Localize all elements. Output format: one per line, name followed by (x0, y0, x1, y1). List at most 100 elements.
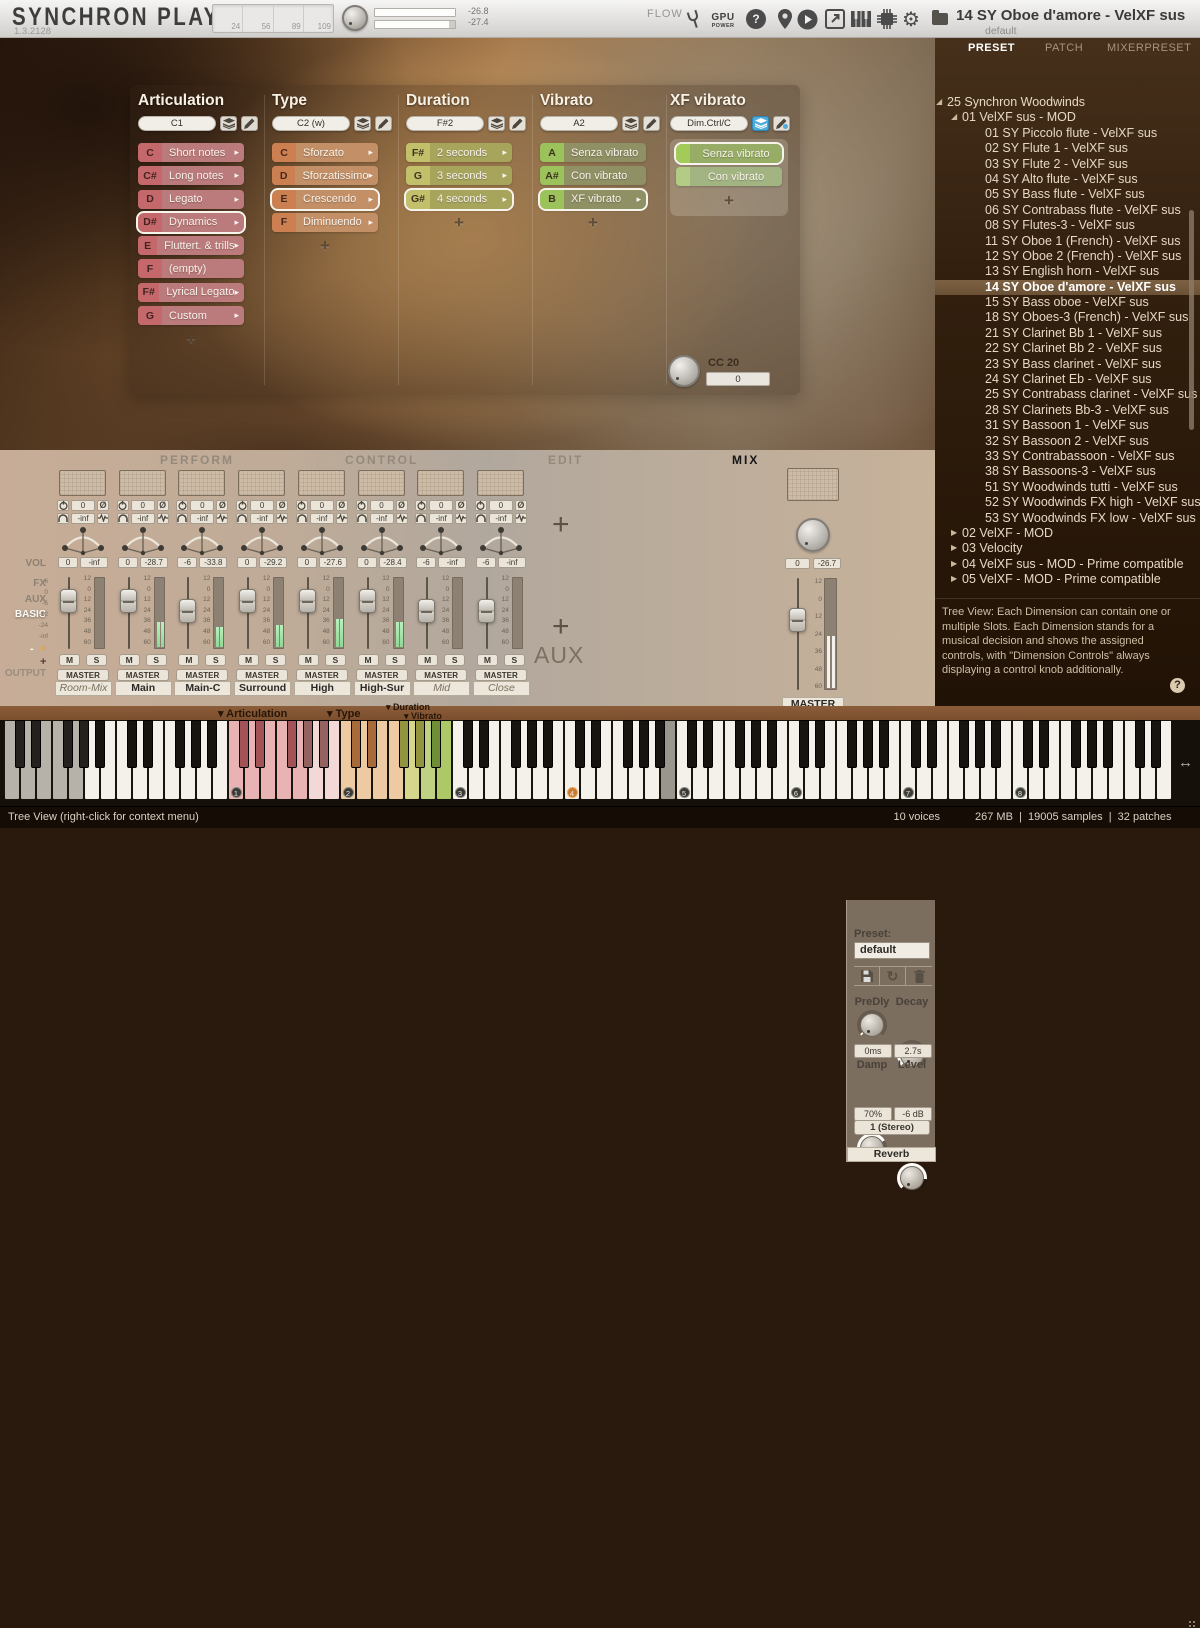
reverb-knob-level[interactable] (897, 1163, 927, 1193)
black-key[interactable] (15, 720, 25, 768)
channel-name-tab[interactable]: Main-C (174, 681, 231, 696)
slot-crescendo[interactable]: ECrescendo▸ (272, 190, 378, 209)
add-slot-button[interactable]: + (676, 191, 782, 211)
master-pan-knob[interactable] (796, 518, 830, 552)
cc-knob[interactable] (668, 355, 700, 387)
slot-3-seconds[interactable]: G3 seconds▸ (406, 166, 512, 185)
tree-item[interactable]: 02 SY Flute 1 - VelXF sus (935, 141, 1200, 156)
keyswitch-octave-dropdown[interactable]: Dim.Ctrl/C (670, 116, 748, 131)
mute-button[interactable]: M (119, 654, 140, 666)
black-key[interactable] (239, 720, 249, 768)
tree-item[interactable]: 12 SY Oboe 2 (French) - VelXF sus (935, 249, 1200, 264)
reverb-knob-value[interactable]: 70% (854, 1107, 892, 1121)
phase-icon[interactable]: Ø (157, 500, 169, 511)
wave-icon[interactable] (396, 513, 408, 524)
rail-plus-button[interactable]: + (40, 643, 46, 655)
volume-field[interactable]: -33.8 (199, 557, 227, 568)
surround-panner[interactable] (179, 526, 225, 561)
wave-icon[interactable] (97, 513, 109, 524)
add-slot-button[interactable]: + (272, 236, 378, 256)
gpu-power-icon[interactable]: GPUPOWER (708, 8, 738, 30)
volume-field[interactable]: -27.6 (319, 557, 347, 568)
black-key[interactable] (143, 720, 153, 768)
volume-fader[interactable] (60, 589, 77, 613)
black-key[interactable] (799, 720, 809, 768)
black-key[interactable] (79, 720, 89, 768)
rail-minus-button[interactable]: - (30, 643, 34, 655)
reverb-channel-mode[interactable]: 1 (Stereo) (854, 1120, 930, 1135)
tree-item[interactable]: 22 SY Clarinet Bb 2 - VelXF sus (935, 341, 1200, 356)
edit-pencil-icon[interactable] (509, 116, 526, 131)
solo-button[interactable]: S (86, 654, 107, 666)
black-key[interactable] (1023, 720, 1033, 768)
reverb-knob-value[interactable]: -6 dB (894, 1107, 932, 1121)
listen-icon[interactable] (117, 513, 129, 524)
black-key[interactable] (287, 720, 297, 768)
resize-grip[interactable] (1188, 1620, 1196, 1628)
solo-button[interactable]: S (265, 654, 286, 666)
slot-short-notes[interactable]: CShort notes▸ (138, 143, 244, 162)
wave-icon[interactable] (515, 513, 527, 524)
solo-button[interactable]: S (146, 654, 167, 666)
pan-field[interactable]: 0 (190, 500, 214, 511)
power-icon[interactable] (475, 500, 487, 511)
keyswitch-octave-dropdown[interactable]: A2 (540, 116, 618, 131)
black-key[interactable] (319, 720, 329, 768)
surround-panner[interactable] (299, 526, 345, 561)
mute-button[interactable]: M (298, 654, 319, 666)
locate-pin-icon[interactable] (774, 8, 796, 30)
surround-panner[interactable] (60, 526, 106, 561)
tree-item[interactable]: ◢01 VelXF sus - MOD (935, 110, 1200, 125)
black-key[interactable] (543, 720, 553, 768)
slot-lyrical-legato[interactable]: F#Lyrical Legato▸ (138, 283, 244, 302)
master-vol-field[interactable]: -26.7 (813, 558, 841, 569)
collapse-triangle-icon[interactable]: ◢ (936, 97, 942, 106)
mute-button[interactable]: M (178, 654, 199, 666)
layers-icon[interactable] (622, 116, 639, 131)
mute-button[interactable]: M (417, 654, 438, 666)
wave-icon[interactable] (216, 513, 228, 524)
slot-senza-vibrato[interactable]: Senza vibrato (676, 144, 782, 163)
gain-field[interactable]: -6 (416, 557, 436, 568)
channel-name-tab[interactable]: High (294, 681, 351, 696)
keyswitch-octave-dropdown[interactable]: C1 (138, 116, 216, 131)
phase-icon[interactable]: Ø (276, 500, 288, 511)
tree-item[interactable]: 13 SY English horn - VelXF sus (935, 264, 1200, 279)
keyswitch-zone-label-articulation[interactable]: ▾ Articulation (218, 707, 287, 720)
keyswitch-octave-dropdown[interactable]: C2 (w) (272, 116, 350, 131)
slot-legato[interactable]: DLegato▸ (138, 190, 244, 209)
black-key[interactable] (959, 720, 969, 768)
output-routing-button[interactable]: MASTER (356, 669, 408, 681)
output-routing-button[interactable]: MASTER (415, 669, 467, 681)
phase-icon[interactable]: Ø (97, 500, 109, 511)
mute-button[interactable]: M (477, 654, 498, 666)
solo-button[interactable]: S (325, 654, 346, 666)
listen-icon[interactable] (176, 513, 188, 524)
channel-name-tab[interactable]: Mid (413, 681, 470, 696)
black-key[interactable] (927, 720, 937, 768)
volume-field[interactable]: -inf (498, 557, 526, 568)
pan-field[interactable]: 0 (429, 500, 453, 511)
tree-item[interactable]: 51 SY Woodwinds tutti - VelXF sus (935, 480, 1200, 495)
black-key[interactable] (63, 720, 73, 768)
pan-field[interactable]: 0 (131, 500, 155, 511)
tree-item[interactable]: 38 SY Bassoons-3 - VelXF sus (935, 464, 1200, 479)
rail-add-button[interactable]: + (40, 656, 46, 668)
black-key[interactable] (975, 720, 985, 768)
layers-icon[interactable] (488, 116, 505, 131)
pan-field[interactable]: 0 (310, 500, 334, 511)
volume-fader[interactable] (239, 589, 256, 613)
power-icon[interactable] (415, 500, 427, 511)
phase-icon[interactable]: Ø (396, 500, 408, 511)
edit-pencil-icon[interactable] (773, 116, 790, 131)
phase-icon[interactable]: Ø (216, 500, 228, 511)
slot--empty-[interactable]: F(empty) (138, 259, 244, 278)
listen-icon[interactable] (475, 513, 487, 524)
output-routing-button[interactable]: MASTER (475, 669, 527, 681)
mute-button[interactable]: M (238, 654, 259, 666)
reverb-preset-input[interactable]: default (854, 942, 930, 959)
pan-field[interactable]: 0 (370, 500, 394, 511)
channel-name-tab[interactable]: Room-Mix (55, 681, 112, 696)
surround-panner[interactable] (478, 526, 524, 561)
send-field[interactable]: -inf (310, 513, 334, 524)
